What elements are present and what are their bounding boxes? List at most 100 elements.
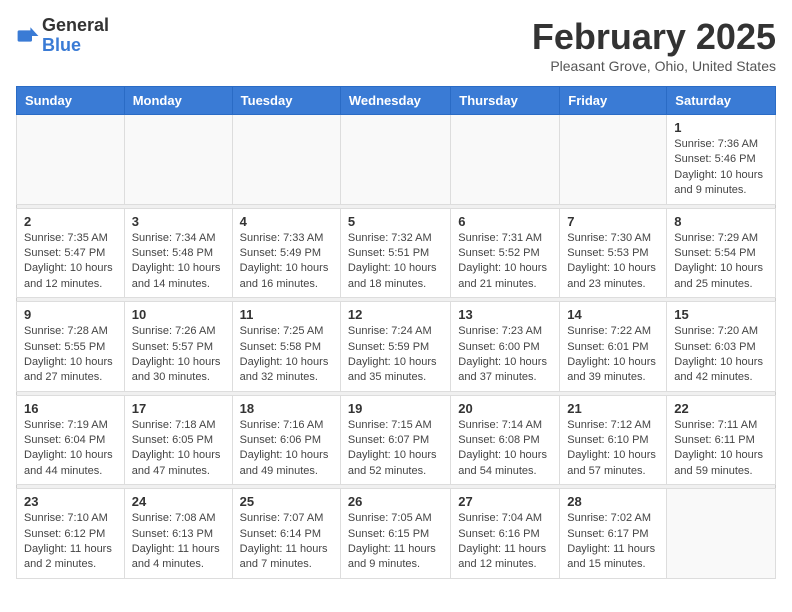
day-number: 14	[567, 307, 659, 322]
calendar-header-wednesday: Wednesday	[340, 87, 450, 115]
page-header: General Blue February 2025 Pleasant Grov…	[16, 16, 776, 74]
day-info: Sunrise: 7:30 AM Sunset: 5:53 PM Dayligh…	[567, 231, 659, 293]
calendar-day: 14Sunrise: 7:22 AM Sunset: 6:01 PM Dayli…	[560, 302, 667, 392]
day-info: Sunrise: 7:35 AM Sunset: 5:47 PM Dayligh…	[24, 231, 117, 293]
calendar-day: 5Sunrise: 7:32 AM Sunset: 5:51 PM Daylig…	[340, 208, 450, 298]
calendar-day: 25 Sunrise: 7:07 AM Sunset: 6:14 PM Dayli…	[232, 489, 340, 579]
calendar-day: 8 Sunrise: 7:29 AM Sunset: 5:54 PM Daylig…	[667, 208, 776, 298]
month-title: February 2025	[532, 16, 776, 58]
day-number: 9	[24, 307, 117, 322]
day-info: Sunrise: 7:07 AM Sunset: 6:14 PM Dayligh…	[240, 511, 333, 573]
day-number: 4	[240, 214, 333, 229]
day-number: 27	[458, 494, 552, 509]
day-number: 18	[240, 401, 333, 416]
calendar-day	[560, 115, 667, 205]
calendar-day: 21 Sunrise: 7:12 AM Sunset: 6:10 PM Dayli…	[560, 395, 667, 485]
day-info: Sunrise: 7:29 AM Sunset: 5:54 PM Dayligh…	[674, 231, 768, 293]
day-info: Sunrise: 7:23 AM Sunset: 6:00 PM Dayligh…	[458, 324, 552, 386]
calendar-day: 22Sunrise: 7:11 AM Sunset: 6:11 PM Dayli…	[667, 395, 776, 485]
day-info: Sunrise: 7:24 AM Sunset: 5:59 PM Dayligh…	[348, 324, 443, 386]
day-number: 15	[674, 307, 768, 322]
calendar-header-friday: Friday	[560, 87, 667, 115]
day-number: 23	[24, 494, 117, 509]
calendar-header-sunday: Sunday	[17, 87, 125, 115]
day-info: Sunrise: 7:14 AM Sunset: 6:08 PM Dayligh…	[458, 418, 552, 480]
day-info: Sunrise: 7:10 AM Sunset: 6:12 PM Dayligh…	[24, 511, 117, 573]
day-number: 2	[24, 214, 117, 229]
calendar-day	[232, 115, 340, 205]
calendar-table: SundayMondayTuesdayWednesdayThursdayFrid…	[16, 86, 776, 579]
calendar-header-saturday: Saturday	[667, 87, 776, 115]
calendar-day: 11 Sunrise: 7:25 AM Sunset: 5:58 PM Dayli…	[232, 302, 340, 392]
day-info: Sunrise: 7:05 AM Sunset: 6:15 PM Dayligh…	[348, 511, 443, 573]
location-text: Pleasant Grove, Ohio, United States	[532, 58, 776, 74]
day-number: 24	[132, 494, 225, 509]
calendar-day: 6 Sunrise: 7:31 AM Sunset: 5:52 PM Daylig…	[451, 208, 560, 298]
day-number: 16	[24, 401, 117, 416]
calendar-day: 23 Sunrise: 7:10 AM Sunset: 6:12 PM Dayli…	[17, 489, 125, 579]
calendar-week-row: 1 Sunrise: 7:36 AM Sunset: 5:46 PM Daylig…	[17, 115, 776, 205]
title-section: February 2025 Pleasant Grove, Ohio, Unit…	[532, 16, 776, 74]
calendar-day: 28Sunrise: 7:02 AM Sunset: 6:17 PM Dayli…	[560, 489, 667, 579]
calendar-day: 9 Sunrise: 7:28 AM Sunset: 5:55 PM Daylig…	[17, 302, 125, 392]
day-number: 5	[348, 214, 443, 229]
calendar-day: 15Sunrise: 7:20 AM Sunset: 6:03 PM Dayli…	[667, 302, 776, 392]
calendar-header-thursday: Thursday	[451, 87, 560, 115]
day-info: Sunrise: 7:34 AM Sunset: 5:48 PM Dayligh…	[132, 231, 225, 293]
day-number: 19	[348, 401, 443, 416]
calendar-day: 20Sunrise: 7:14 AM Sunset: 6:08 PM Dayli…	[451, 395, 560, 485]
calendar-day	[451, 115, 560, 205]
calendar-week-row: 9 Sunrise: 7:28 AM Sunset: 5:55 PM Daylig…	[17, 302, 776, 392]
logo: General Blue	[16, 16, 109, 56]
day-info: Sunrise: 7:28 AM Sunset: 5:55 PM Dayligh…	[24, 324, 117, 386]
day-number: 10	[132, 307, 225, 322]
calendar-day: 13 Sunrise: 7:23 AM Sunset: 6:00 PM Dayli…	[451, 302, 560, 392]
calendar-day: 27Sunrise: 7:04 AM Sunset: 6:16 PM Dayli…	[451, 489, 560, 579]
calendar-header-row: SundayMondayTuesdayWednesdayThursdayFrid…	[17, 87, 776, 115]
calendar-day: 4Sunrise: 7:33 AM Sunset: 5:49 PM Daylig…	[232, 208, 340, 298]
day-number: 6	[458, 214, 552, 229]
calendar-day: 16 Sunrise: 7:19 AM Sunset: 6:04 PM Dayli…	[17, 395, 125, 485]
calendar-header-monday: Monday	[124, 87, 232, 115]
day-info: Sunrise: 7:12 AM Sunset: 6:10 PM Dayligh…	[567, 418, 659, 480]
day-info: Sunrise: 7:26 AM Sunset: 5:57 PM Dayligh…	[132, 324, 225, 386]
day-number: 17	[132, 401, 225, 416]
calendar-week-row: 16 Sunrise: 7:19 AM Sunset: 6:04 PM Dayli…	[17, 395, 776, 485]
calendar-day: 3 Sunrise: 7:34 AM Sunset: 5:48 PM Daylig…	[124, 208, 232, 298]
calendar-day: 19 Sunrise: 7:15 AM Sunset: 6:07 PM Dayli…	[340, 395, 450, 485]
day-number: 25	[240, 494, 333, 509]
day-number: 26	[348, 494, 443, 509]
calendar-day	[667, 489, 776, 579]
day-info: Sunrise: 7:08 AM Sunset: 6:13 PM Dayligh…	[132, 511, 225, 573]
day-info: Sunrise: 7:31 AM Sunset: 5:52 PM Dayligh…	[458, 231, 552, 293]
calendar-day	[124, 115, 232, 205]
day-info: Sunrise: 7:15 AM Sunset: 6:07 PM Dayligh…	[348, 418, 443, 480]
day-number: 3	[132, 214, 225, 229]
day-number: 1	[674, 120, 768, 135]
day-number: 21	[567, 401, 659, 416]
day-info: Sunrise: 7:36 AM Sunset: 5:46 PM Dayligh…	[674, 137, 768, 199]
calendar-day: 12Sunrise: 7:24 AM Sunset: 5:59 PM Dayli…	[340, 302, 450, 392]
day-number: 11	[240, 307, 333, 322]
day-info: Sunrise: 7:18 AM Sunset: 6:05 PM Dayligh…	[132, 418, 225, 480]
day-info: Sunrise: 7:02 AM Sunset: 6:17 PM Dayligh…	[567, 511, 659, 573]
logo-icon	[16, 24, 40, 48]
day-number: 13	[458, 307, 552, 322]
day-info: Sunrise: 7:16 AM Sunset: 6:06 PM Dayligh…	[240, 418, 333, 480]
calendar-day: 7Sunrise: 7:30 AM Sunset: 5:53 PM Daylig…	[560, 208, 667, 298]
calendar-week-row: 2 Sunrise: 7:35 AM Sunset: 5:47 PM Daylig…	[17, 208, 776, 298]
day-info: Sunrise: 7:11 AM Sunset: 6:11 PM Dayligh…	[674, 418, 768, 480]
calendar-week-row: 23 Sunrise: 7:10 AM Sunset: 6:12 PM Dayli…	[17, 489, 776, 579]
logo-blue-text: Blue	[42, 36, 109, 56]
calendar-day: 26 Sunrise: 7:05 AM Sunset: 6:15 PM Dayli…	[340, 489, 450, 579]
calendar-day	[17, 115, 125, 205]
day-info: Sunrise: 7:19 AM Sunset: 6:04 PM Dayligh…	[24, 418, 117, 480]
calendar-day: 17 Sunrise: 7:18 AM Sunset: 6:05 PM Dayli…	[124, 395, 232, 485]
day-info: Sunrise: 7:25 AM Sunset: 5:58 PM Dayligh…	[240, 324, 333, 386]
calendar-day: 24 Sunrise: 7:08 AM Sunset: 6:13 PM Dayli…	[124, 489, 232, 579]
day-number: 8	[674, 214, 768, 229]
logo-general-text: General	[42, 16, 109, 36]
calendar-day: 1 Sunrise: 7:36 AM Sunset: 5:46 PM Daylig…	[667, 115, 776, 205]
calendar-day: 18 Sunrise: 7:16 AM Sunset: 6:06 PM Dayli…	[232, 395, 340, 485]
calendar-day: 2 Sunrise: 7:35 AM Sunset: 5:47 PM Daylig…	[17, 208, 125, 298]
